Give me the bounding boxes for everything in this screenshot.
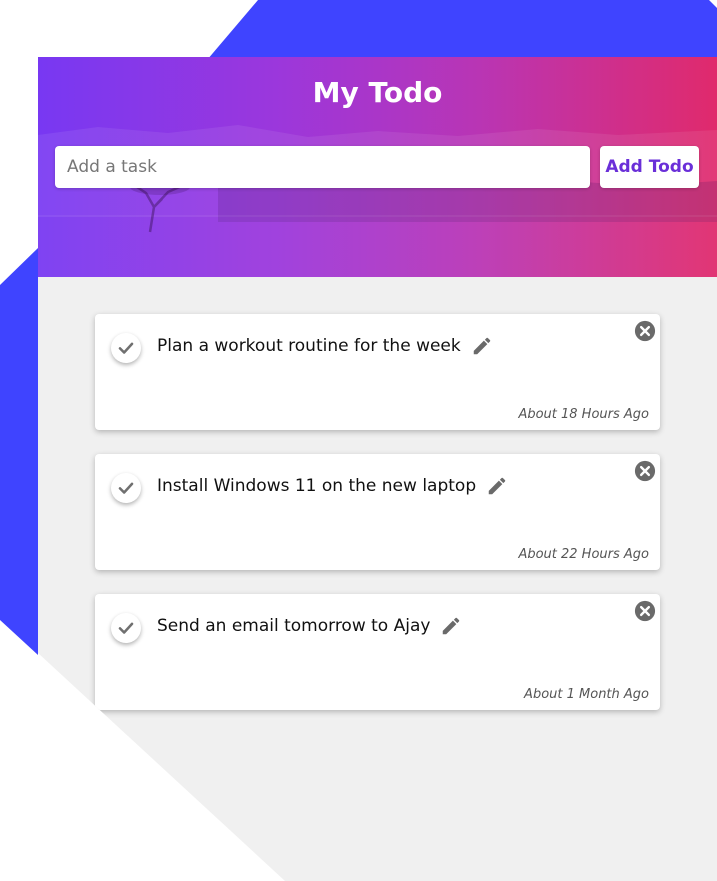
- task-row: Send an email tomorrow to Ajay: [157, 615, 462, 637]
- task-text: Send an email tomorrow to Ajay: [157, 616, 431, 636]
- task-timestamp: About 22 Hours Ago: [518, 547, 649, 562]
- task-row: Plan a workout routine for the week: [157, 335, 493, 357]
- complete-toggle[interactable]: [111, 473, 141, 503]
- app-title: My Todo: [312, 76, 443, 109]
- background-blue-shape-left: [0, 248, 38, 655]
- background-blue-shape-top: [207, 0, 717, 60]
- close-circle-icon[interactable]: [634, 320, 656, 342]
- task-row: Install Windows 11 on the new laptop: [157, 475, 508, 497]
- task-text: Plan a workout routine for the week: [157, 336, 461, 356]
- add-task-input[interactable]: [55, 146, 590, 188]
- add-todo-button[interactable]: Add Todo: [600, 146, 699, 188]
- todo-card: Install Windows 11 on the new laptop Abo…: [95, 454, 660, 570]
- check-icon: [118, 342, 134, 354]
- complete-toggle[interactable]: [111, 613, 141, 643]
- pencil-icon[interactable]: [440, 615, 462, 637]
- close-circle-icon[interactable]: [634, 600, 656, 622]
- task-timestamp: About 18 Hours Ago: [518, 407, 649, 422]
- todo-card: Send an email tomorrow to Ajay About 1 M…: [95, 594, 660, 710]
- pencil-icon[interactable]: [486, 475, 508, 497]
- task-timestamp: About 1 Month Ago: [524, 687, 649, 702]
- pencil-icon[interactable]: [471, 335, 493, 357]
- check-icon: [118, 622, 134, 634]
- task-text: Install Windows 11 on the new laptop: [157, 476, 477, 496]
- header-banner: My Todo Add Todo: [38, 57, 717, 277]
- todo-card: Plan a workout routine for the week Abou…: [95, 314, 660, 430]
- complete-toggle[interactable]: [111, 333, 141, 363]
- close-circle-icon[interactable]: [634, 460, 656, 482]
- check-icon: [118, 482, 134, 494]
